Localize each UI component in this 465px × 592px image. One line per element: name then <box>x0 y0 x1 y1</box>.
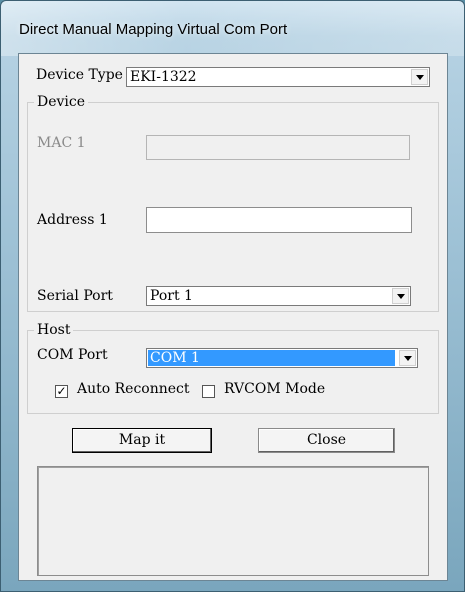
mac-field <box>146 135 410 160</box>
serial-port-select[interactable]: Port 1 <box>146 286 411 306</box>
serial-port-value: Port 1 <box>150 288 193 304</box>
auto-reconnect-label[interactable]: Auto Reconnect <box>77 381 190 397</box>
dialog-client-area: Device Type EKI-1322 Device MAC 1 Addres… <box>18 53 448 581</box>
host-group-title: Host <box>34 322 74 338</box>
com-port-label: COM Port <box>37 347 108 363</box>
com-port-select[interactable]: COM 1 <box>146 348 418 368</box>
log-panel <box>37 466 429 576</box>
device-type-value: EKI-1322 <box>130 69 197 85</box>
device-type-label: Device Type <box>36 67 123 83</box>
checkmark-icon: ✓ <box>56 384 67 398</box>
device-type-select[interactable]: EKI-1322 <box>126 67 430 87</box>
dialog-window: Direct Manual Mapping Virtual Com Port D… <box>0 0 465 592</box>
serial-port-label: Serial Port <box>37 288 113 304</box>
address-label: Address 1 <box>37 212 108 228</box>
chevron-down-icon[interactable] <box>392 288 409 304</box>
map-it-button[interactable]: Map it <box>72 428 212 453</box>
device-group: Device MAC 1 Address 1 Serial Port Port … <box>27 94 439 312</box>
close-button[interactable]: Close <box>258 428 395 453</box>
device-group-title: Device <box>34 94 89 110</box>
rvcom-mode-checkbox[interactable] <box>202 385 215 398</box>
address-field[interactable] <box>146 207 412 233</box>
host-group: Host COM Port COM 1 ✓ Auto Reconnect RVC… <box>27 322 439 414</box>
com-port-value: COM 1 <box>148 350 395 366</box>
chevron-down-icon[interactable] <box>411 69 428 85</box>
chevron-down-icon[interactable] <box>399 350 416 366</box>
window-title: Direct Manual Mapping Virtual Com Port <box>19 21 288 38</box>
mac-label: MAC 1 <box>37 135 86 151</box>
rvcom-mode-label[interactable]: RVCOM Mode <box>224 381 325 397</box>
auto-reconnect-checkbox[interactable]: ✓ <box>55 385 68 398</box>
